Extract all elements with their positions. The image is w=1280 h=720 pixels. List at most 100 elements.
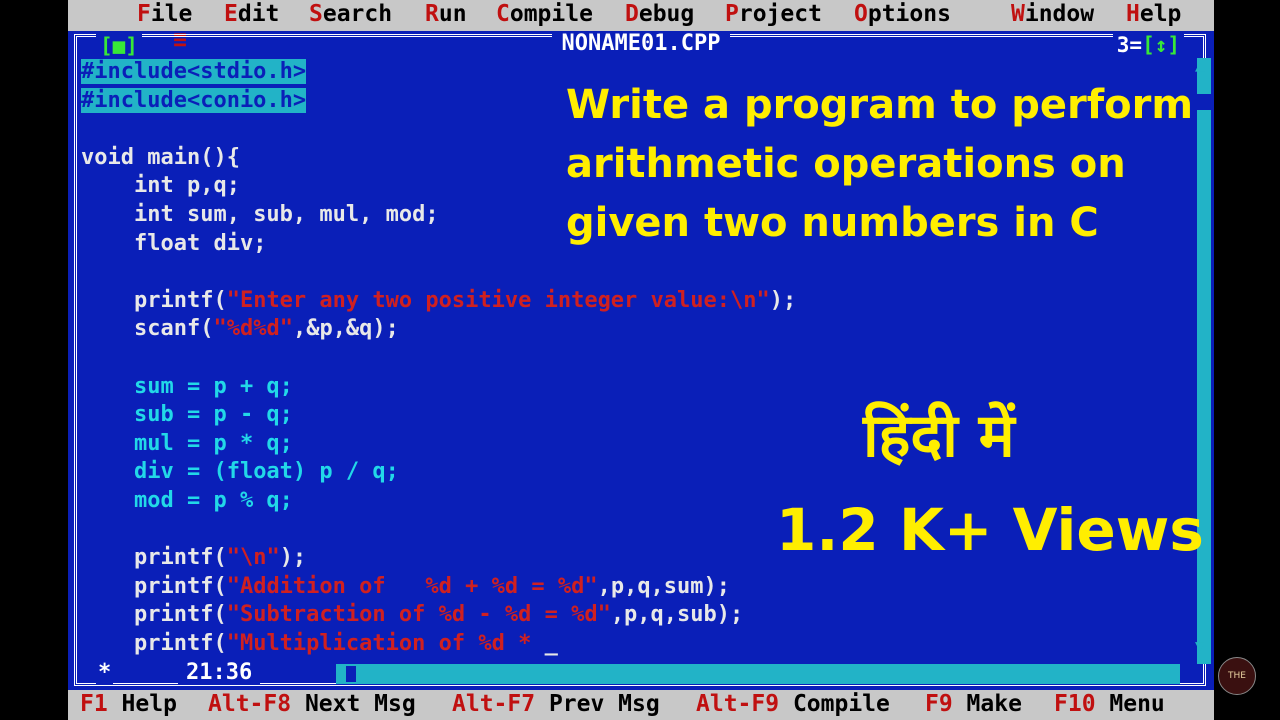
hotkey-key: F1 bbox=[80, 691, 108, 717]
punctuation: ,p,q,sum); bbox=[597, 573, 731, 599]
hotkey-next-msg[interactable]: Alt-F8 Next Msg bbox=[208, 691, 416, 717]
window-number: 3 bbox=[1116, 33, 1130, 57]
hotkey-key: Alt-F8 bbox=[208, 691, 292, 717]
overlay-views: 1.2 K+ Views bbox=[776, 496, 1204, 564]
overlay-title-line: given two numbers in C bbox=[566, 200, 1099, 246]
menu-debug-label: ebug bbox=[638, 1, 695, 27]
overlay-title: Write a program to perform arithmetic op… bbox=[566, 76, 1193, 253]
declaration: float div; bbox=[133, 230, 267, 256]
menu-run-hotkey: R bbox=[425, 1, 439, 27]
punctuation: ,p,q,sub); bbox=[610, 602, 744, 628]
hotkey-menu[interactable]: F10 Menu bbox=[1054, 691, 1165, 717]
hotkey-key: F10 bbox=[1054, 691, 1096, 717]
declaration: int sum, sub, mul, mod; bbox=[133, 201, 439, 227]
window-title: NONAME01.CPP bbox=[551, 31, 731, 56]
hotkey-make[interactable]: F9 Make bbox=[925, 691, 1022, 717]
scroll-down-icon[interactable]: ▼ bbox=[1195, 636, 1205, 655]
hotkey-label: Help bbox=[107, 691, 177, 717]
hotkey-compile[interactable]: Alt-F9 Compile bbox=[696, 691, 890, 717]
menu-search-label: earch bbox=[322, 1, 393, 27]
hotkey-prev-msg[interactable]: Alt-F7 Prev Msg bbox=[452, 691, 660, 717]
cursor-position: 21:36 bbox=[178, 660, 261, 685]
hotkey-label: Make bbox=[952, 691, 1022, 717]
hotkey-key: Alt-F7 bbox=[452, 691, 536, 717]
menu-options-hotkey: O bbox=[854, 1, 868, 27]
function-call: printf( bbox=[133, 630, 227, 656]
main-signature: void main(){ bbox=[81, 144, 240, 170]
scroll-up-icon[interactable]: ▲ bbox=[1195, 56, 1205, 75]
menu-bar: ≡ File Edit Search Run Compile Debug Pro… bbox=[68, 0, 1214, 53]
menu-edit-label: dit bbox=[237, 1, 280, 27]
hotkey-label: Menu bbox=[1095, 691, 1165, 717]
menu-edit[interactable]: Edit bbox=[224, 1, 279, 27]
menu-help[interactable]: Help bbox=[1126, 1, 1181, 27]
code-line: printf("Multiplication of %d * _ bbox=[81, 630, 796, 659]
assignment: div = (float) p / q; bbox=[133, 459, 399, 485]
function-call: printf( bbox=[133, 287, 227, 313]
menu-run-label: un bbox=[438, 1, 467, 27]
horizontal-scrollbar[interactable] bbox=[336, 664, 1180, 684]
window-number-zoom: 3=[↕] bbox=[1112, 33, 1184, 57]
string-literal: "\n" bbox=[226, 545, 280, 571]
channel-logo-icon: THE bbox=[1218, 657, 1256, 695]
menu-project-hotkey: P bbox=[725, 1, 739, 27]
menu-run[interactable]: Run bbox=[425, 1, 467, 27]
function-call: scanf( bbox=[133, 316, 214, 342]
string-literal: "Multiplication of %d * bbox=[226, 630, 545, 656]
function-call: printf( bbox=[133, 545, 227, 571]
menu-file-label: ile bbox=[150, 1, 193, 27]
text-cursor: _ bbox=[544, 630, 558, 656]
hotkey-help[interactable]: F1 Help bbox=[80, 691, 177, 717]
function-call: printf( bbox=[133, 602, 227, 628]
assignment: mod = p % q; bbox=[133, 487, 293, 513]
menu-window-hotkey: W bbox=[1011, 1, 1025, 27]
hotkey-label: Prev Msg bbox=[535, 691, 660, 717]
menu-edit-hotkey: E bbox=[224, 1, 238, 27]
string-literal: "Subtraction of %d - %d = %d" bbox=[226, 602, 611, 628]
menu-project[interactable]: Project bbox=[725, 1, 822, 27]
string-literal: "Addition of %d + %d = %d" bbox=[226, 573, 598, 599]
string-literal: "%d%d" bbox=[213, 316, 293, 342]
hotkey-label: Compile bbox=[779, 691, 890, 717]
menu-debug[interactable]: Debug bbox=[625, 1, 694, 27]
menu-compile[interactable]: Compile bbox=[496, 1, 593, 27]
menu-file[interactable]: File bbox=[137, 1, 192, 27]
function-call: printf( bbox=[133, 573, 227, 599]
menu-search-hotkey: S bbox=[309, 1, 323, 27]
menu-help-label: elp bbox=[1139, 1, 1182, 27]
hotkey-key: F9 bbox=[925, 691, 953, 717]
vertical-scrollbar[interactable] bbox=[1197, 58, 1211, 664]
menu-file-hotkey: F bbox=[137, 1, 151, 27]
overlay-title-line: arithmetic operations on bbox=[566, 141, 1126, 187]
menu-options[interactable]: Options bbox=[854, 1, 951, 27]
vertical-scroll-thumb[interactable] bbox=[1197, 94, 1211, 110]
menu-options-label: ptions bbox=[867, 1, 951, 27]
menu-window-label: indow bbox=[1024, 1, 1095, 27]
code-line: printf("Enter any two positive integer v… bbox=[81, 287, 796, 316]
menu-window[interactable]: Window bbox=[1011, 1, 1094, 27]
assignment: sub = p - q; bbox=[133, 402, 293, 428]
code-line: mod = p % q; bbox=[81, 487, 796, 516]
modified-indicator: * bbox=[96, 660, 114, 685]
code-line: printf("\n"); bbox=[81, 544, 796, 573]
punctuation: ); bbox=[279, 545, 307, 571]
menu-compile-label: ompile bbox=[509, 1, 593, 27]
horizontal-scroll-thumb[interactable] bbox=[346, 666, 356, 682]
overlay-hindi: हिंदी में bbox=[863, 401, 1015, 471]
assignment: sum = p + q; bbox=[133, 373, 293, 399]
code-line: printf("Subtraction of %d - %d = %d",p,q… bbox=[81, 601, 796, 630]
menu-debug-hotkey: D bbox=[625, 1, 639, 27]
hotkey-bar: F1 Help Alt-F8 Next Msg Alt-F7 Prev Msg … bbox=[68, 690, 1214, 720]
assignment: mul = p * q; bbox=[133, 430, 293, 456]
menu-search[interactable]: Search bbox=[309, 1, 392, 27]
include-directive: #include<conio.h> bbox=[81, 87, 307, 113]
menu-help-hotkey: H bbox=[1126, 1, 1140, 27]
punctuation: ,&p,&q); bbox=[292, 316, 399, 342]
turbo-c-ide: ≡ File Edit Search Run Compile Debug Pro… bbox=[68, 0, 1214, 720]
code-line: div = (float) p / q; bbox=[81, 458, 796, 487]
code-line: scanf("%d%d",&p,&q); bbox=[81, 315, 796, 344]
zoom-icon[interactable]: [↕] bbox=[1142, 33, 1180, 57]
code-line: sub = p - q; bbox=[81, 401, 796, 430]
